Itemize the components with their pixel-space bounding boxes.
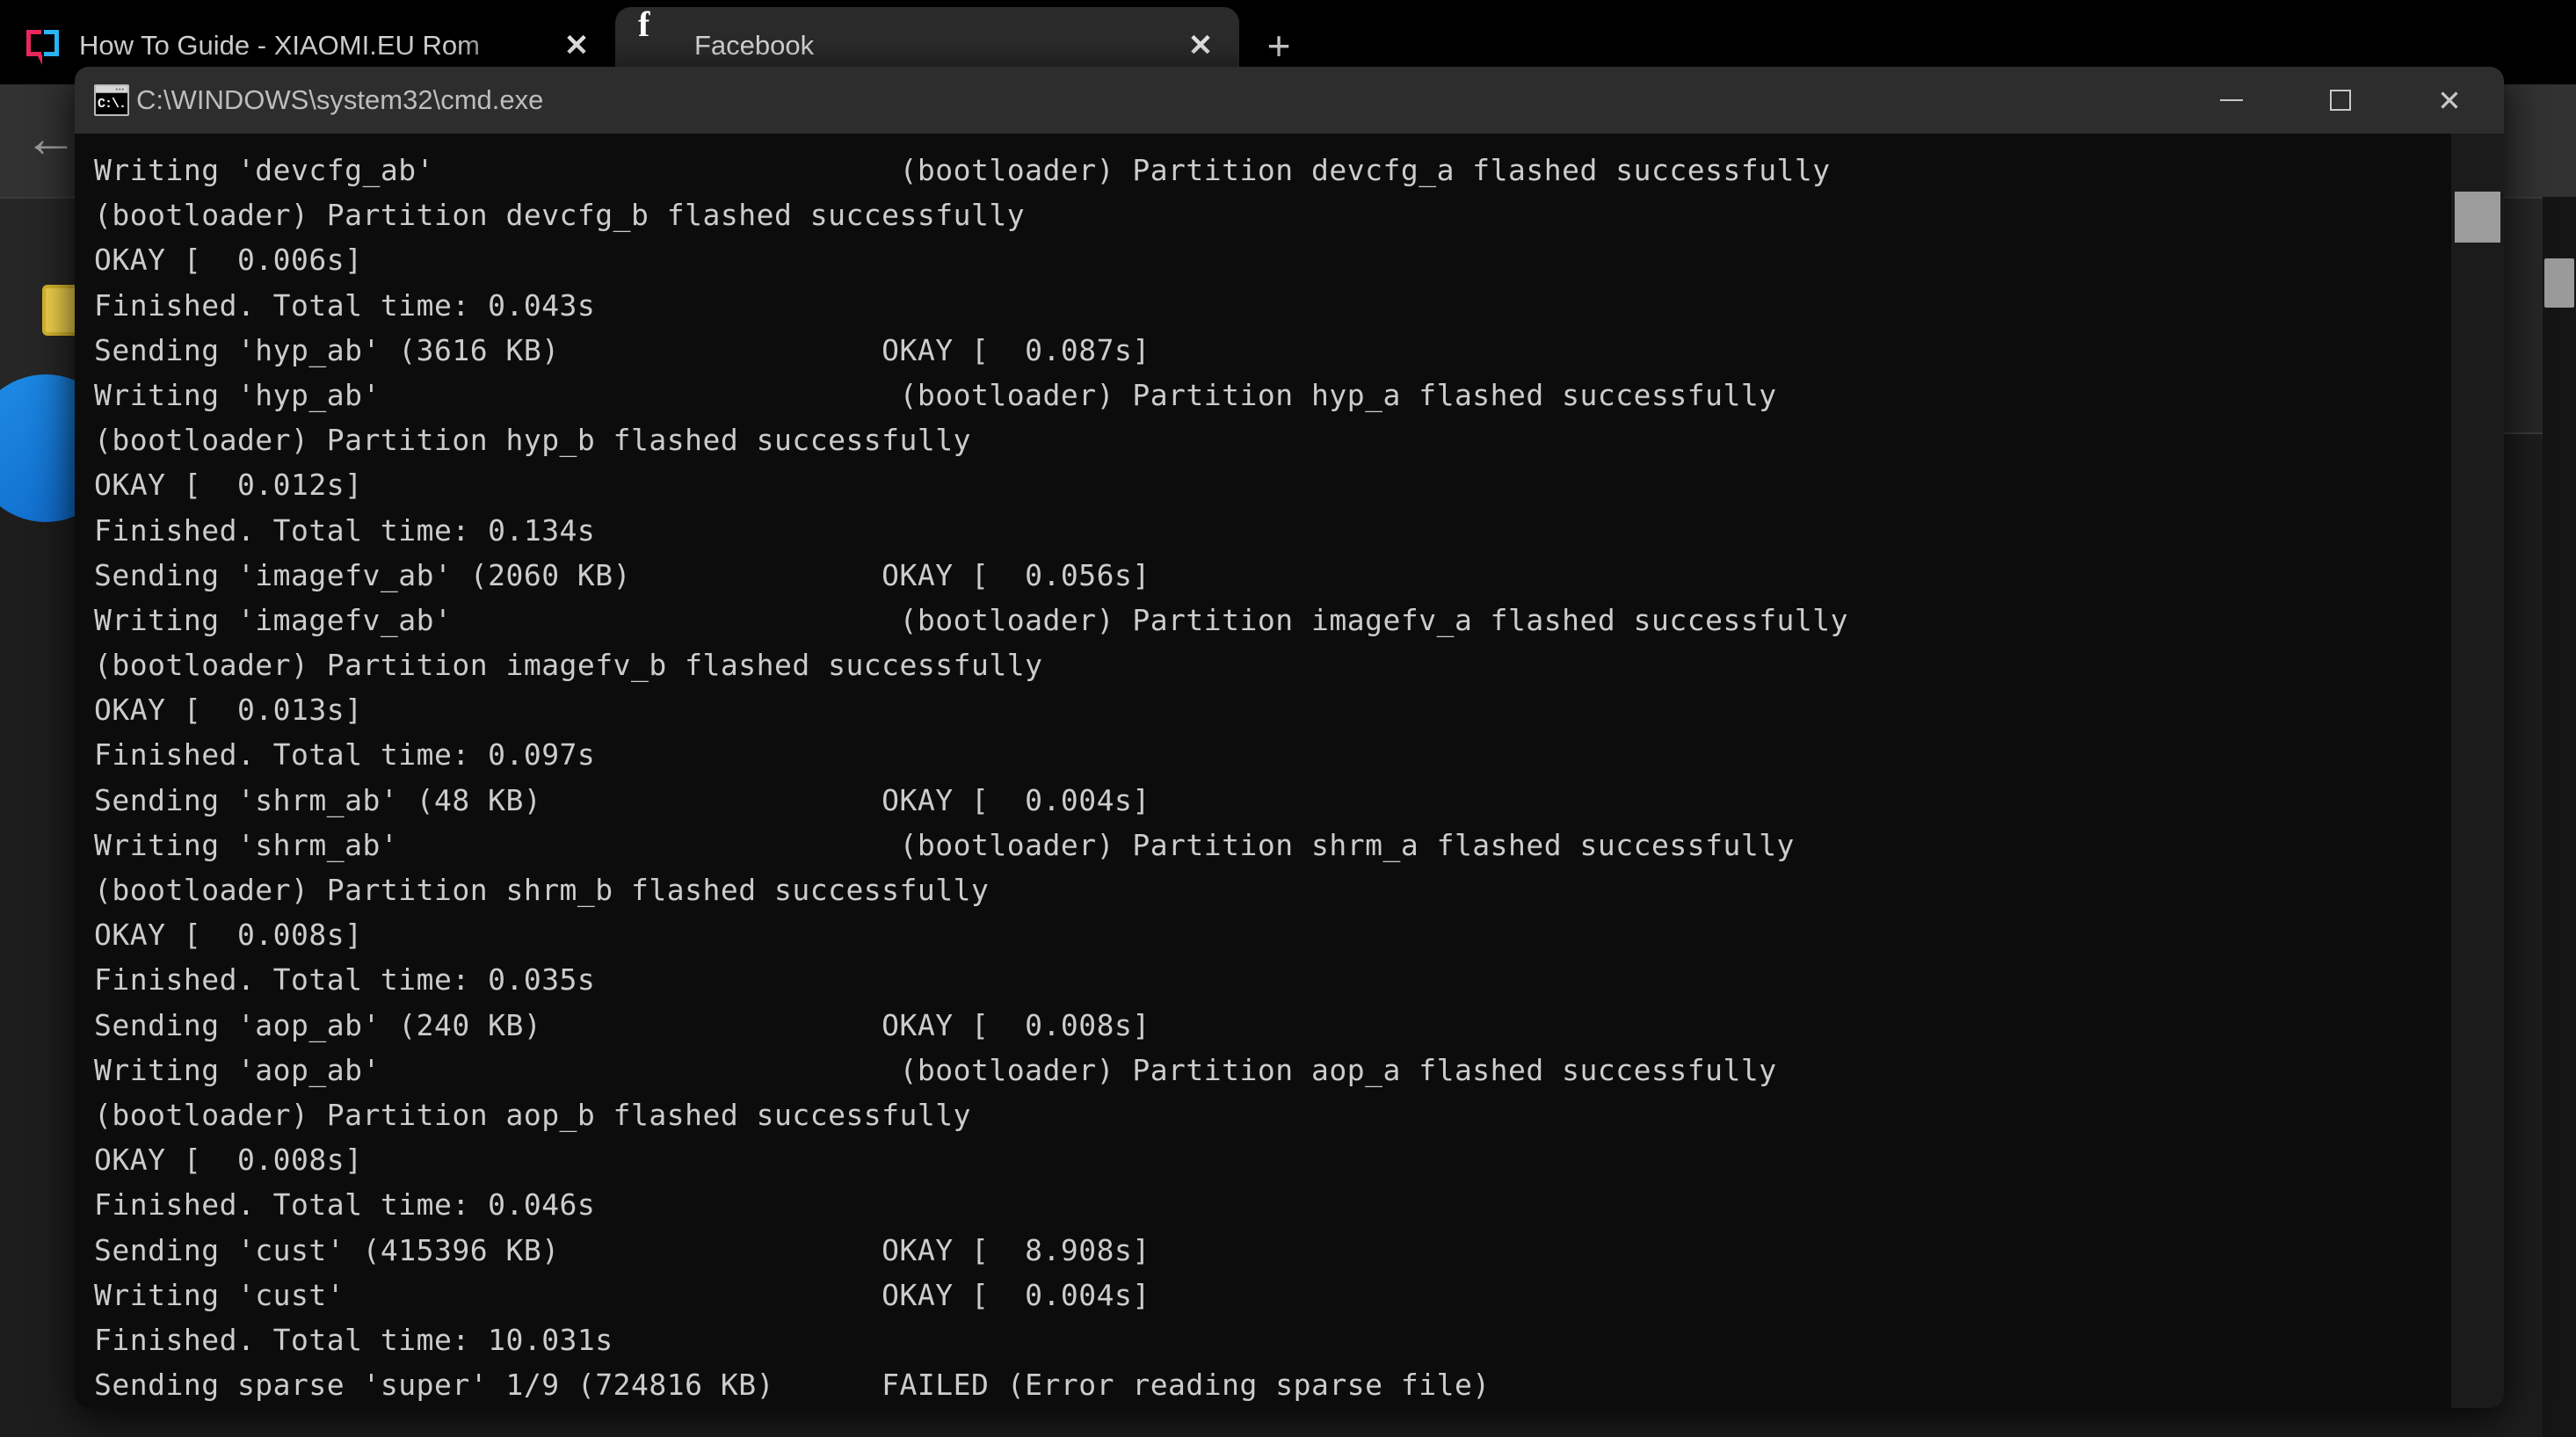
console-line: Sending 'hyp_ab' (3616 KB) OKAY [ 0.087s… <box>94 332 1150 367</box>
console-line: OKAY [ 0.008s] <box>94 1143 363 1178</box>
console-line: (bootloader) Partition devcfg_b flashed … <box>94 198 1026 233</box>
console-line: (bootloader) Partition shrm_b flashed su… <box>94 873 990 907</box>
console-line: OKAY [ 0.006s] <box>94 243 363 278</box>
cmd-icon-prompt: C:\. <box>96 93 127 114</box>
facebook-icon <box>638 25 678 66</box>
back-arrow-icon[interactable]: ← <box>19 112 83 169</box>
close-tab-icon[interactable]: ✕ <box>554 23 599 69</box>
console-line: Sending 'aop_ab' (240 KB) OKAY [ 0.008s] <box>94 1007 1150 1042</box>
cmd-console-icon: ••• C:\. <box>94 84 129 116</box>
cmd-titlebar[interactable]: ••• C:\. C:\WINDOWS\system32\cmd.exe ✕ <box>75 67 2504 134</box>
page-scrollbar[interactable] <box>2543 197 2576 1437</box>
browser-tab-title: How To Guide - XIAOMI.EU Rom <box>79 30 480 61</box>
console-line: Finished. Total time: 0.035s <box>94 962 596 998</box>
maximize-button[interactable] <box>2286 67 2395 134</box>
close-icon: ✕ <box>2437 83 2462 117</box>
cmd-scrollbar-thumb[interactable] <box>2455 192 2500 243</box>
console-line: (bootloader) Partition imagefv_b flashed… <box>94 648 1043 683</box>
console-line: Finished. Total time: 0.134s <box>94 512 596 548</box>
console-line: Finished. Total time: 0.043s <box>94 287 596 323</box>
console-line: Writing 'cust' OKAY [ 0.004s] <box>94 1277 1150 1312</box>
cmd-body: Writing 'devcfg_ab' (bootloader) Partiti… <box>75 134 2504 1408</box>
minimize-button[interactable] <box>2177 67 2286 134</box>
console-line: OKAY [ 0.012s] <box>94 468 363 503</box>
cmd-window[interactable]: ••• C:\. C:\WINDOWS\system32\cmd.exe ✕ W… <box>75 67 2504 1408</box>
console-line: Writing 'imagefv_ab' (bootloader) Partit… <box>94 602 1849 637</box>
browser-tab-title: Facebook <box>694 30 815 61</box>
cmd-scrollbar[interactable] <box>2451 134 2504 1408</box>
console-line: OKAY [ 0.008s] <box>94 918 363 953</box>
console-line: Finished. Total time: 10.031s <box>94 1322 613 1357</box>
console-line: Sending sparse 'super' 1/9 (724816 KB) F… <box>94 1368 1491 1403</box>
page-scrollbar-thumb[interactable] <box>2544 258 2574 308</box>
console-line: Sending 'imagefv_ab' (2060 KB) OKAY [ 0.… <box>94 557 1150 592</box>
console-line: Writing 'hyp_ab' (bootloader) Partition … <box>94 377 1777 412</box>
console-line: fastboot: error: Command failed <box>94 1407 2439 1408</box>
console-line: (bootloader) Partition hyp_b flashed suc… <box>94 423 972 458</box>
cmd-window-title: C:\WINDOWS\system32\cmd.exe <box>136 84 544 115</box>
close-tab-icon[interactable]: ✕ <box>1178 23 1223 69</box>
minimize-icon <box>2220 99 2243 101</box>
xda-bracket-icon <box>23 25 63 66</box>
close-button[interactable]: ✕ <box>2395 67 2504 134</box>
console-line: Writing 'aop_ab' (bootloader) Partition … <box>94 1052 1777 1087</box>
console-line: Writing 'shrm_ab' (bootloader) Partition… <box>94 827 1795 862</box>
cmd-window-controls: ✕ <box>2177 67 2504 134</box>
console-line: OKAY [ 0.013s] <box>94 693 363 728</box>
maximize-icon <box>2330 90 2351 111</box>
console-line: Writing 'devcfg_ab' (bootloader) Partiti… <box>94 153 1831 187</box>
cmd-console-output[interactable]: Writing 'devcfg_ab' (bootloader) Partiti… <box>75 134 2439 1408</box>
console-line: Finished. Total time: 0.097s <box>94 737 596 773</box>
console-line: Sending 'cust' (415396 KB) OKAY [ 8.908s… <box>94 1232 1150 1267</box>
console-line: Finished. Total time: 0.046s <box>94 1187 596 1223</box>
console-line: (bootloader) Partition aop_b flashed suc… <box>94 1097 972 1132</box>
console-line: Sending 'shrm_ab' (48 KB) OKAY [ 0.004s] <box>94 782 1150 817</box>
